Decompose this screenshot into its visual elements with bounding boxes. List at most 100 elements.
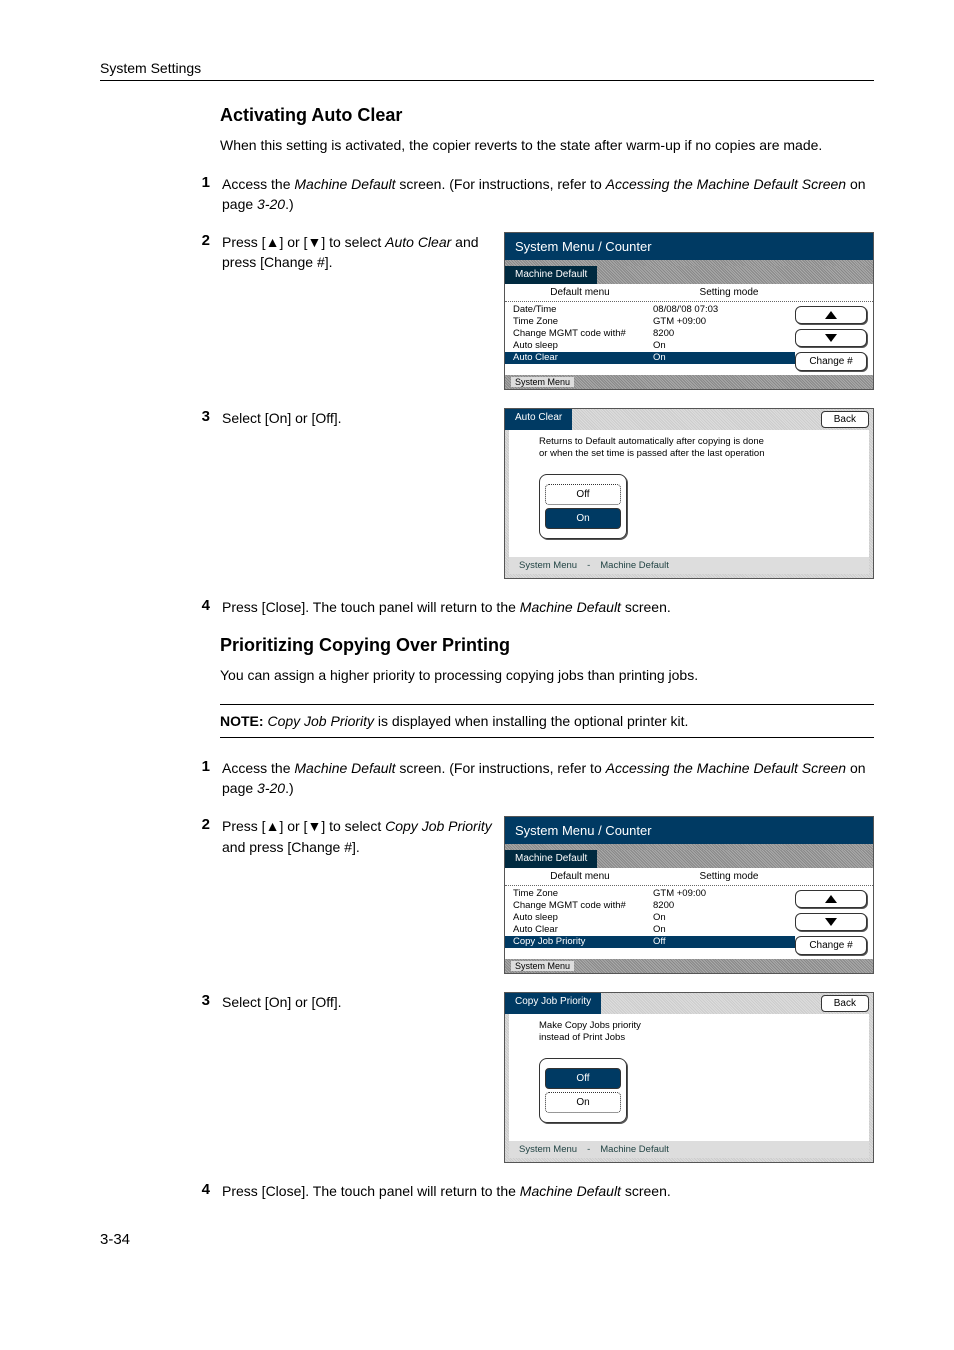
dialog-footer: System Menu - Machine Default — [509, 1141, 869, 1158]
sec1-step1: 1 Access the Machine Default screen. (Fo… — [100, 174, 874, 215]
breadcrumb: System Menu — [511, 377, 574, 387]
breadcrumb: Machine Default — [600, 560, 669, 571]
t: 3-20 — [257, 196, 285, 212]
sec2-step3: 3 Select [On] or [Off]. Copy Job Priorit… — [100, 992, 874, 1163]
note-block: NOTE: Copy Job Priority is displayed whe… — [220, 704, 874, 738]
dialog-title: Auto Clear — [505, 409, 572, 430]
t: Auto Clear — [385, 234, 451, 250]
breadcrumb-sep: - — [587, 1144, 590, 1155]
option-group: Off On — [539, 1058, 627, 1123]
note-label: NOTE: — [220, 713, 264, 729]
panel-tab-rest — [597, 850, 873, 868]
t: Machine Default — [520, 599, 621, 615]
t: screen. — [621, 599, 671, 615]
option-off[interactable]: Off — [545, 484, 621, 505]
panel-tab-rest — [597, 266, 873, 284]
panel-row-selected[interactable]: Copy Job PriorityOff — [505, 936, 795, 948]
back-button[interactable]: Back — [821, 995, 869, 1012]
machine-default-panel-1: System Menu / Counter Machine Default De… — [504, 232, 874, 390]
t: Accessing the Machine Default Screen — [606, 176, 846, 192]
option-on[interactable]: On — [545, 508, 621, 529]
option-group: Off On — [539, 474, 627, 539]
scroll-down-button[interactable] — [795, 913, 867, 931]
dialog-description: Returns to Default automatically after c… — [539, 436, 855, 460]
running-head-rule — [100, 80, 874, 81]
sec2-step1: 1 Access the Machine Default screen. (Fo… — [100, 758, 874, 799]
step-number: 3 — [100, 408, 222, 425]
panel-row[interactable]: Change MGMT code with#8200 — [513, 328, 787, 340]
panel-row[interactable]: Auto sleepOn — [513, 340, 787, 352]
panel-tab[interactable]: Machine Default — [505, 266, 597, 284]
breadcrumb: System Menu — [511, 961, 574, 971]
t: Machine Default — [294, 176, 395, 192]
col-default-menu: Default menu — [505, 284, 655, 301]
t: Copy Job Priority — [267, 713, 374, 729]
panel-row-selected[interactable]: Auto ClearOn — [505, 352, 795, 364]
step-body: Press [Close]. The touch panel will retu… — [222, 597, 874, 617]
scroll-down-button[interactable] — [795, 329, 867, 347]
back-button[interactable]: Back — [821, 411, 869, 428]
scroll-up-button[interactable] — [795, 890, 867, 908]
t: .) — [285, 196, 294, 212]
breadcrumb-sep: - — [587, 560, 590, 571]
up-triangle-icon: ▲ — [266, 818, 280, 834]
panel-row[interactable]: Auto sleepOn — [513, 912, 787, 924]
col-setting-mode: Setting mode — [655, 284, 803, 301]
panel-rows: Date/Time08/08/'08 07:03 Time ZoneGTM +0… — [505, 302, 795, 375]
option-on[interactable]: On — [545, 1092, 621, 1113]
step-number: 2 — [100, 232, 222, 249]
section2-title: Prioritizing Copying Over Printing — [220, 635, 874, 656]
up-triangle-icon: ▲ — [266, 234, 280, 250]
panel-row[interactable]: Time ZoneGTM +09:00 — [513, 888, 787, 900]
panel-column-header: Default menu Setting mode — [505, 284, 873, 302]
step-body: Press [▲] or [▼] to select Copy Job Prio… — [222, 816, 504, 857]
t: Access the — [222, 176, 294, 192]
panel-row[interactable]: Time ZoneGTM +09:00 — [513, 316, 787, 328]
page-number: 3-34 — [100, 1231, 874, 1248]
sec1-step3: 3 Select [On] or [Off]. Auto Clear Back … — [100, 408, 874, 579]
sec2-step2: 2 Press [▲] or [▼] to select Copy Job Pr… — [100, 816, 874, 974]
dialog-footer: System Menu - Machine Default — [509, 557, 869, 574]
running-head: System Settings — [100, 60, 874, 76]
dialog-title: Copy Job Priority — [505, 993, 601, 1014]
step-number: 1 — [100, 758, 222, 775]
breadcrumb: System Menu — [519, 560, 577, 571]
step-body: Select [On] or [Off]. — [222, 408, 504, 428]
copy-job-priority-dialog: Copy Job Priority Back Make Copy Jobs pr… — [504, 992, 874, 1163]
option-off[interactable]: Off — [545, 1068, 621, 1089]
step-body: Access the Machine Default screen. (For … — [222, 758, 874, 799]
step-number: 2 — [100, 816, 222, 833]
t: ] or [ — [279, 234, 307, 250]
panel-row[interactable]: Auto ClearOn — [513, 924, 787, 936]
panel-footer: System Menu — [505, 959, 873, 973]
panel-title: System Menu / Counter — [505, 233, 873, 260]
step-number: 4 — [100, 597, 222, 614]
scroll-up-button[interactable] — [795, 306, 867, 324]
machine-default-panel-2: System Menu / Counter Machine Default De… — [504, 816, 874, 974]
down-triangle-icon: ▼ — [307, 818, 321, 834]
panel-footer: System Menu — [505, 375, 873, 389]
section2-intro: You can assign a higher priority to proc… — [220, 666, 874, 686]
panel-row[interactable]: Change MGMT code with#8200 — [513, 900, 787, 912]
dialog-description: Make Copy Jobs priority instead of Print… — [539, 1020, 855, 1044]
panel-title: System Menu / Counter — [505, 817, 873, 844]
sec1-step4: 4 Press [Close]. The touch panel will re… — [100, 597, 874, 617]
step-body: Access the Machine Default screen. (For … — [222, 174, 874, 215]
t: Press [ — [222, 234, 266, 250]
sec1-step2: 2 Press [▲] or [▼] to select Auto Clear … — [100, 232, 874, 390]
panel-column-header: Default menu Setting mode — [505, 868, 873, 886]
panel-tab[interactable]: Machine Default — [505, 850, 597, 868]
t: Press [Close]. The touch panel will retu… — [222, 599, 520, 615]
t: screen. (For instructions, refer to — [396, 176, 606, 192]
change-button[interactable]: Change # — [795, 936, 867, 955]
breadcrumb: System Menu — [519, 1144, 577, 1155]
t: ] to select — [321, 234, 385, 250]
panel-row[interactable]: Date/Time08/08/'08 07:03 — [513, 304, 787, 316]
down-triangle-icon: ▼ — [307, 234, 321, 250]
section1-intro: When this setting is activated, the copi… — [220, 136, 874, 156]
step-body: Press [▲] or [▼] to select Auto Clear an… — [222, 232, 504, 273]
change-button[interactable]: Change # — [795, 352, 867, 371]
section1-title: Activating Auto Clear — [220, 105, 874, 126]
step-number: 3 — [100, 992, 222, 1009]
auto-clear-dialog: Auto Clear Back Returns to Default autom… — [504, 408, 874, 579]
